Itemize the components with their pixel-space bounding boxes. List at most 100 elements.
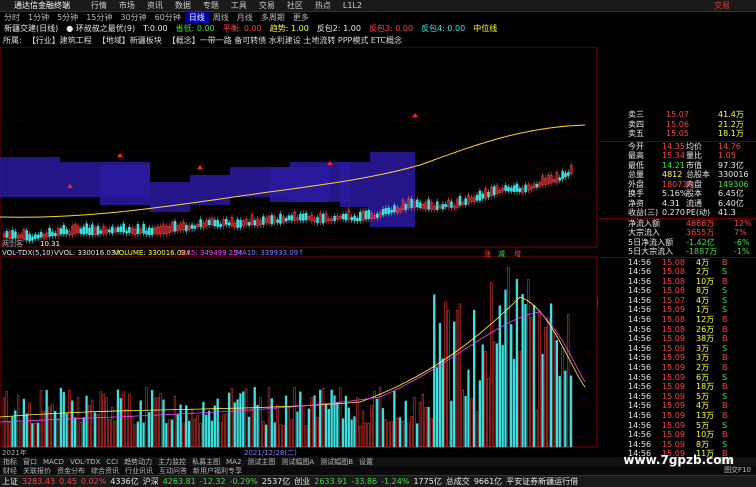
tick-price: 15.08: [662, 286, 685, 296]
menu-item[interactable]: 资讯: [141, 0, 169, 11]
info-tab[interactable]: 互动问答: [156, 467, 190, 475]
candle-body: [356, 217, 359, 222]
menu-item[interactable]: L1L2: [337, 0, 368, 11]
candle-body: [14, 231, 17, 239]
menu-item[interactable]: 社区: [281, 0, 309, 11]
indicator-tab[interactable]: 测试幅图B: [317, 458, 356, 466]
menu-item[interactable]: 市场: [113, 0, 141, 11]
volume-bar: [119, 398, 122, 448]
period-tab[interactable]: 周线: [209, 12, 233, 23]
candle-body: [481, 193, 485, 199]
volume-bar: [256, 404, 259, 448]
volume-bar: [122, 391, 125, 448]
candle-body: [279, 213, 282, 224]
period-tab[interactable]: 月线: [233, 12, 257, 23]
candle-body: [150, 228, 154, 235]
period-tab[interactable]: 5分钟: [53, 12, 82, 23]
menu-item[interactable]: 热点: [309, 0, 337, 11]
indicator-tab[interactable]: 窗口: [20, 458, 40, 466]
candle-body: [119, 226, 123, 232]
tick-row: 14:56 15.09 4万 B: [600, 401, 756, 411]
indicator-tab[interactable]: CCI: [103, 458, 121, 466]
concept-tag[interactable]: 【地域】新疆板块: [95, 35, 165, 46]
candle-body: [11, 229, 14, 239]
volume-bar: [133, 424, 137, 448]
indicator-tab[interactable]: 设置: [356, 458, 376, 466]
indicator-tab[interactable]: 趋势动力: [121, 458, 155, 466]
menu-item[interactable]: 数据: [169, 0, 197, 11]
period-tab[interactable]: 日线: [184, 12, 209, 23]
period-tab[interactable]: 多周期: [257, 12, 289, 23]
volume-bar: [34, 423, 37, 448]
indicator-tab[interactable]: 主力监控: [155, 458, 189, 466]
menu-item[interactable]: 专题: [197, 0, 225, 11]
candle-body: [51, 231, 54, 236]
trade-button[interactable]: 交易: [708, 0, 736, 11]
indicator-tab[interactable]: 测试主图: [244, 458, 278, 466]
menu-item[interactable]: 交易: [253, 0, 281, 11]
stat-label: 外盘: [628, 179, 644, 189]
stat-label: 内盘: [686, 179, 702, 189]
stat-value: 6.40亿: [718, 198, 744, 208]
info-tab[interactable]: 财经: [0, 467, 20, 475]
indicator-tab[interactable]: 私募主图: [189, 458, 223, 466]
period-tab[interactable]: 30分钟: [116, 12, 150, 23]
kline-chart[interactable]: 14.5014.0013.5013.0012.5012.0011.5011.00…: [0, 47, 598, 473]
candle-body: [458, 195, 462, 206]
tick-volume: 6万: [696, 372, 710, 382]
tick-price: 15.08: [662, 257, 685, 267]
volume-bar: [222, 414, 225, 448]
indicator-tab[interactable]: 指标: [0, 458, 20, 466]
menu-item[interactable]: 工具: [225, 0, 253, 11]
period-tab[interactable]: 更多: [289, 12, 313, 23]
info-tab[interactable]: 关联报价: [20, 467, 54, 475]
volume-bar: [105, 397, 108, 448]
concept-tag[interactable]: 【行业】建筑工程: [25, 35, 95, 46]
tick-side: B: [722, 276, 728, 286]
volume-bar: [532, 304, 536, 448]
candle-body: [111, 226, 114, 234]
tick-time: 14:56: [628, 257, 652, 267]
volume-bar: [296, 411, 299, 448]
info-tab[interactable]: 综合资讯: [88, 467, 122, 475]
stat-value: 149306: [718, 179, 749, 189]
volume-bar: [404, 400, 407, 448]
date-marker: 2021/12/28(二): [244, 449, 297, 457]
volume-bar: [239, 393, 242, 448]
volume-bar: [42, 411, 45, 448]
signal-mark: 增: [514, 249, 521, 258]
indicator-tab[interactable]: 测试幅图A: [278, 458, 317, 466]
tick-time: 14:56: [628, 305, 652, 315]
candle-body: [558, 177, 562, 181]
candle-body: [185, 224, 188, 232]
period-tab[interactable]: 1分钟: [24, 12, 53, 23]
period-tab[interactable]: 15分钟: [82, 12, 116, 23]
indicator-tab[interactable]: MACD: [40, 458, 67, 466]
index-quote: 9661亿: [473, 477, 503, 486]
candle-body: [85, 223, 88, 234]
volume-bar: [359, 425, 362, 448]
tick-row: 14:56 15.09 13万 B: [600, 411, 756, 421]
stat-label: 股本: [686, 189, 702, 198]
tick-time: 14:56: [628, 420, 652, 430]
f10-button[interactable]: 图交F10: [721, 466, 754, 475]
volume-bar: [273, 422, 276, 448]
volume-bar: [567, 314, 570, 448]
concept-tag[interactable]: 【概念】一带一路 备可转债 水利建设 土地流转 PPP模式 ETC概念: [165, 35, 405, 46]
volume-bar: [433, 294, 436, 448]
info-tab[interactable]: 资金分布: [54, 467, 88, 475]
volume-bar: [341, 418, 345, 448]
candle-body: [415, 199, 419, 208]
volume-bar: [185, 405, 188, 448]
volume-bar: [282, 425, 285, 448]
volume-bar: [131, 415, 134, 448]
concept-tag[interactable]: 所属:: [0, 35, 25, 46]
info-tab[interactable]: 新用户福利专享: [190, 467, 245, 475]
period-tab[interactable]: 60分钟: [151, 12, 185, 23]
volume-bar: [475, 411, 479, 448]
indicator-tab[interactable]: MA2: [223, 458, 244, 466]
indicator-tab[interactable]: VOL-TDX: [67, 458, 103, 466]
period-tab[interactable]: 分时: [0, 12, 24, 23]
info-tab[interactable]: 行业讯讯: [122, 467, 156, 475]
menu-item[interactable]: 行情: [85, 0, 113, 11]
